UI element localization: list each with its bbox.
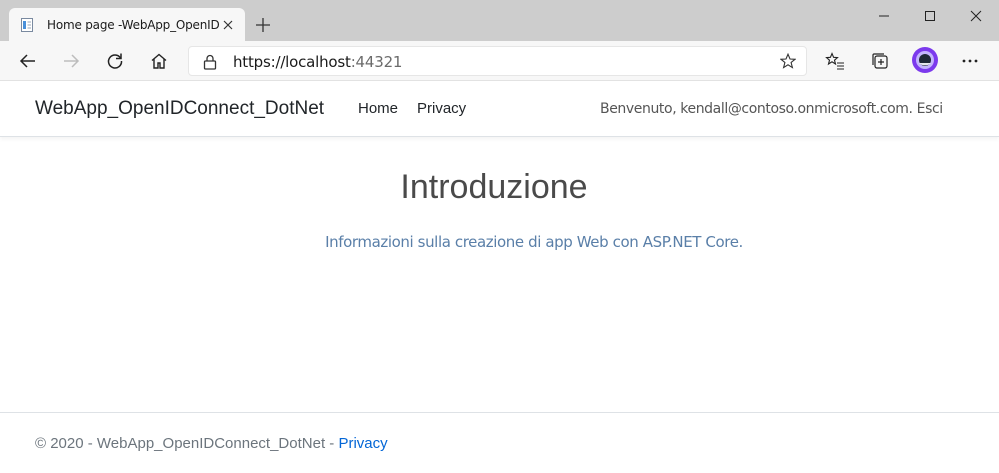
close-icon[interactable] <box>219 16 237 34</box>
more-icon[interactable] <box>956 47 984 75</box>
footer-privacy-link[interactable]: Privacy <box>338 435 387 452</box>
minimize-icon[interactable] <box>861 0 907 32</box>
collections-icon[interactable] <box>866 47 894 75</box>
profile-avatar[interactable] <box>912 47 938 73</box>
site-navbar: WebApp_OpenIDConnect_DotNet Home Privacy… <box>0 81 999 137</box>
page-icon <box>21 17 33 32</box>
tab-strip: Home page -WebApp_OpenIDC <box>0 0 999 41</box>
welcome-text: Benvenuto, kendall@contoso.onmicrosoft.c… <box>600 101 913 117</box>
url-text: https://localhost:44321 <box>233 53 402 71</box>
nav-link-home[interactable]: Home <box>358 100 398 117</box>
url-port: :44321 <box>350 53 403 71</box>
favorites-list-icon[interactable] <box>821 47 849 75</box>
site-footer: © 2020 - WebApp_OpenIDConnect_DotNet - P… <box>0 412 999 473</box>
star-icon[interactable] <box>780 53 796 69</box>
welcome-message: Benvenuto, kendall@contoso.onmicrosoft.c… <box>600 101 943 117</box>
signout-link[interactable]: Esci <box>917 101 944 117</box>
plus-icon[interactable] <box>252 14 274 36</box>
home-icon[interactable] <box>145 47 173 75</box>
maximize-icon[interactable] <box>907 0 953 32</box>
footer-text: © 2020 - WebApp_OpenIDConnect_DotNet - P… <box>35 435 388 452</box>
url-host: https://localhost <box>233 53 351 71</box>
browser-toolbar: https://localhost:44321 <box>0 41 999 81</box>
arrow-right-icon[interactable] <box>57 47 85 75</box>
arrow-left-icon[interactable] <box>14 47 42 75</box>
lock-icon[interactable] <box>203 54 217 70</box>
intro-link[interactable]: Informazioni sulla creazione di app Web … <box>0 233 999 251</box>
page-title: Introduzione <box>400 168 588 206</box>
address-bar[interactable]: https://localhost:44321 <box>188 46 807 76</box>
site-brand[interactable]: WebApp_OpenIDConnect_DotNet <box>35 98 324 120</box>
nav-link-privacy[interactable]: Privacy <box>417 100 466 117</box>
refresh-icon[interactable] <box>101 47 129 75</box>
browser-tab[interactable]: Home page -WebApp_OpenIDC <box>9 8 245 41</box>
close-icon[interactable] <box>953 0 999 32</box>
tab-title: Home page -WebApp_OpenIDC <box>47 17 219 32</box>
footer-copyright: © 2020 - WebApp_OpenIDConnect_DotNet - <box>35 435 339 452</box>
